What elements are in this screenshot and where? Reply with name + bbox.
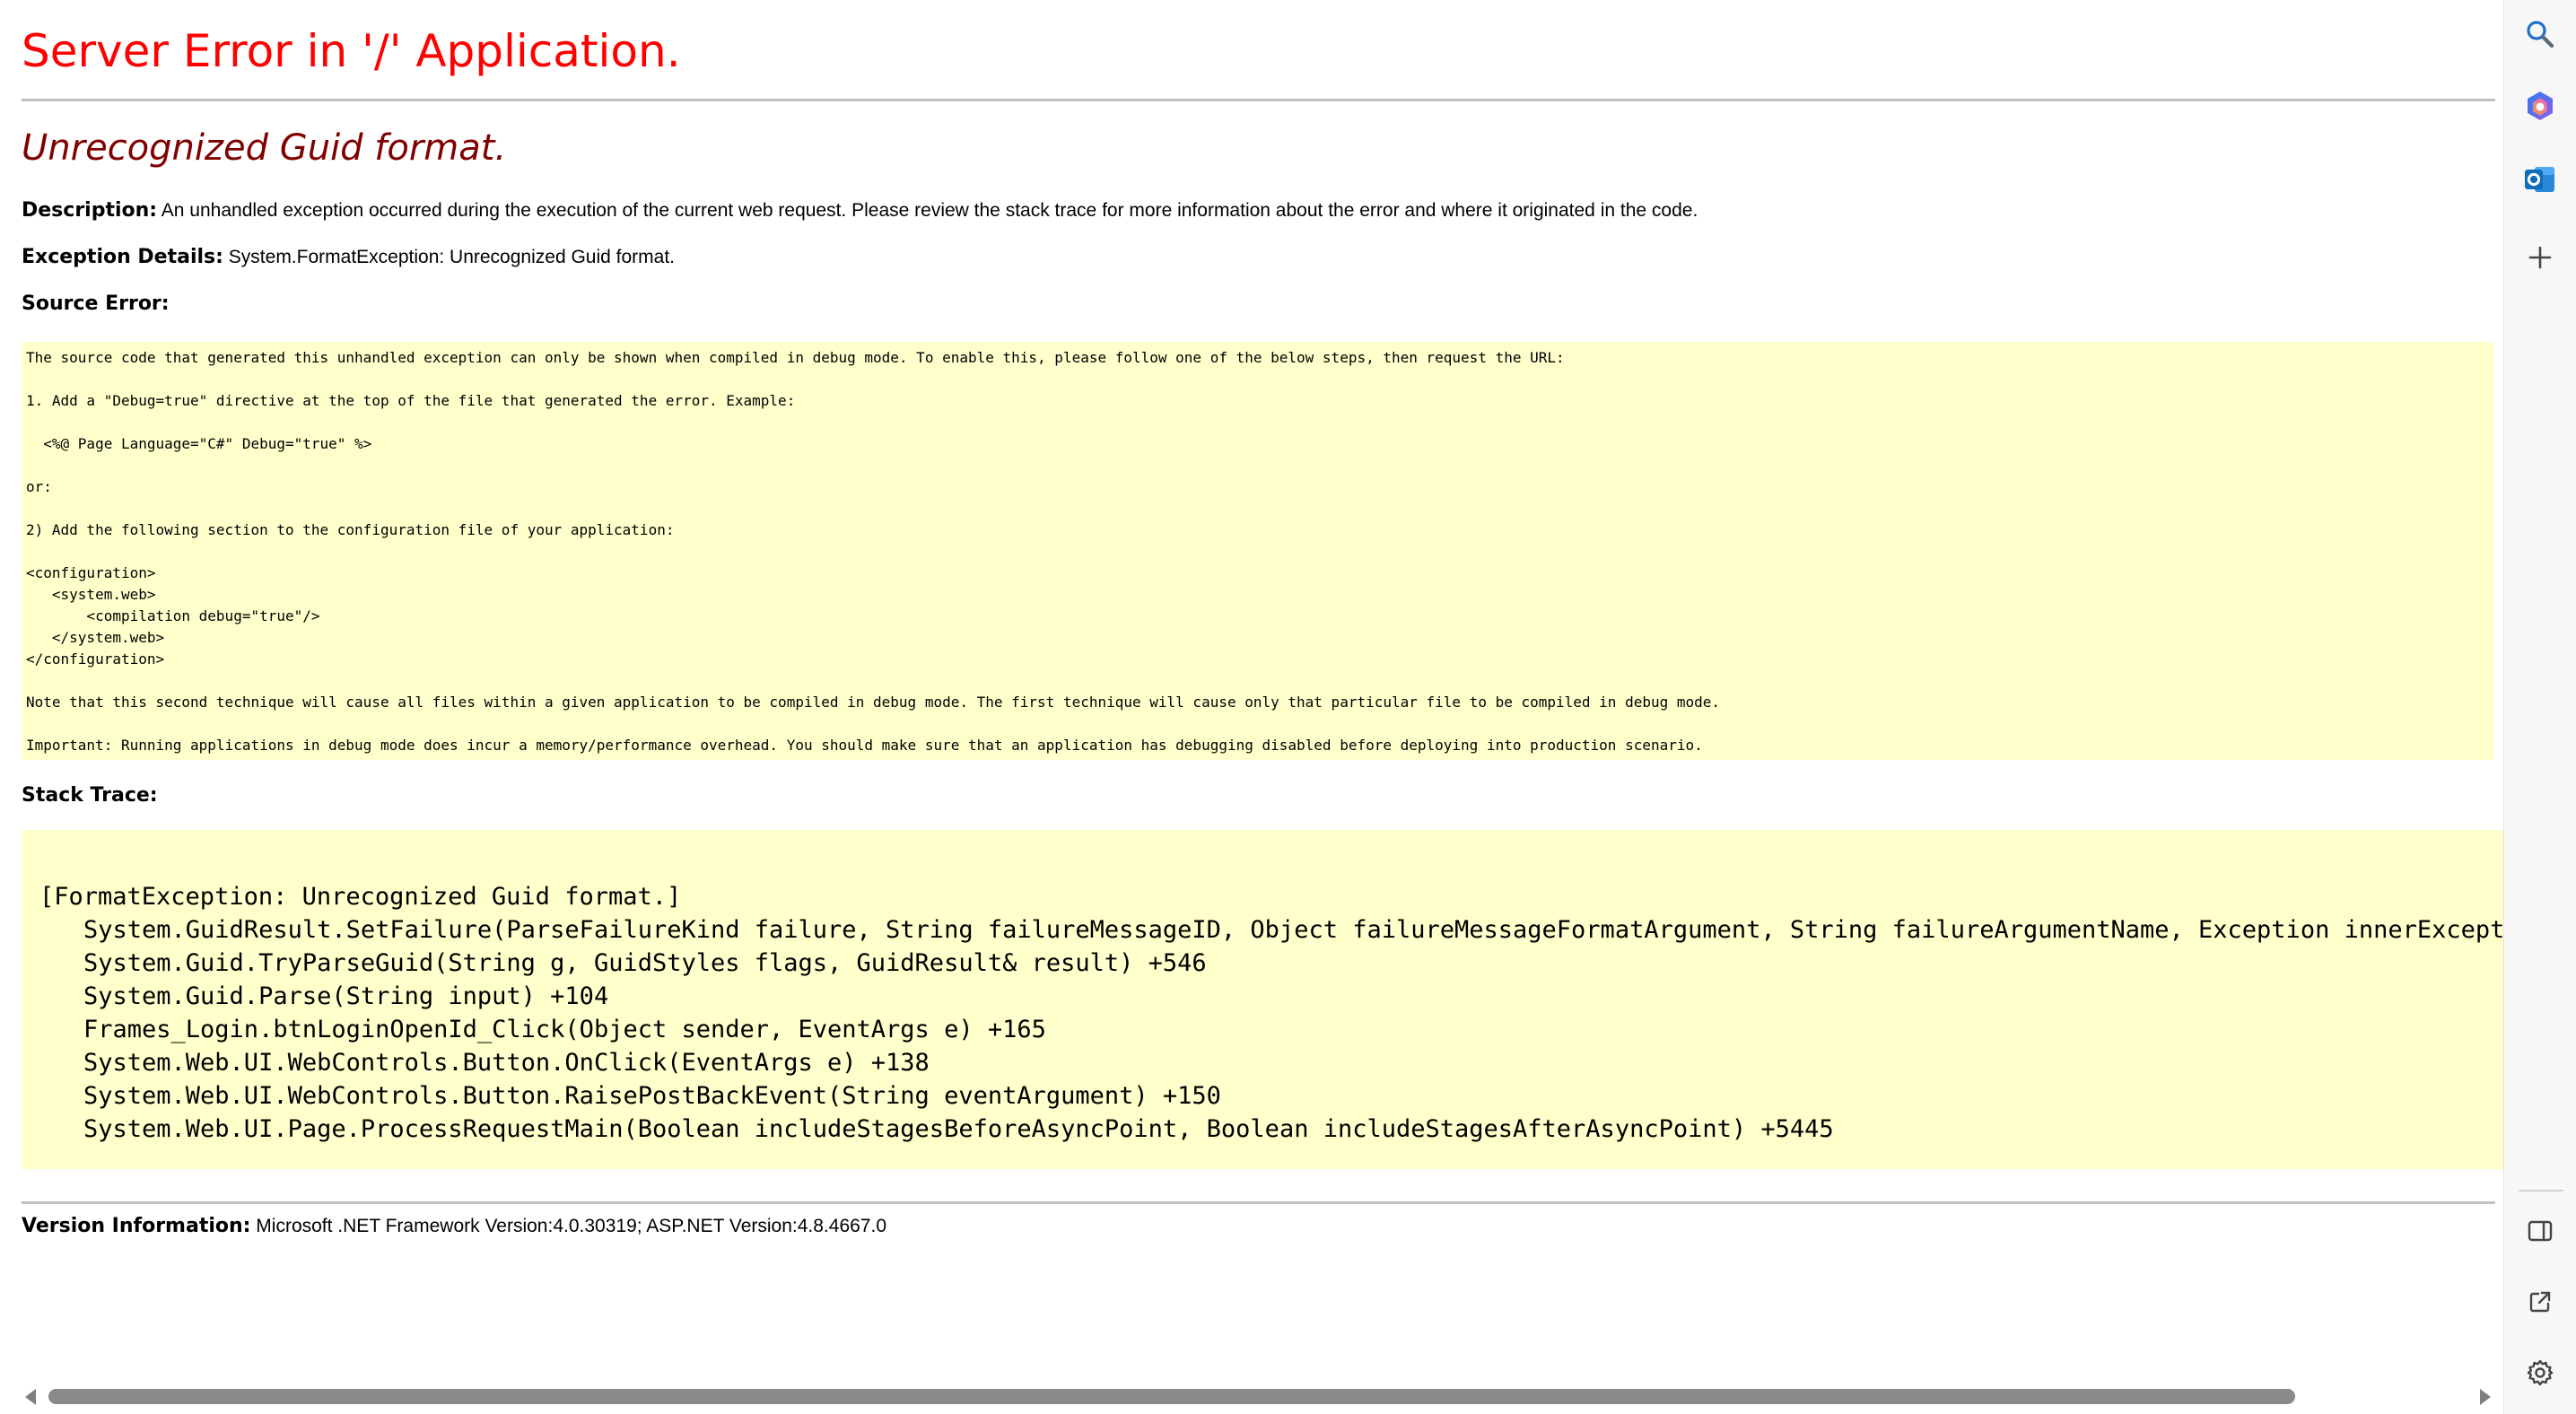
version-information-row: Version Information: Microsoft .NET Fram… — [22, 1215, 886, 1237]
description-row: Description: An unhandled exception occu… — [22, 199, 1698, 222]
source-error-line: <%@ Page Language="C#" Debug="true" %> — [26, 435, 372, 452]
source-error-line: <compilation debug="true"/> — [26, 607, 320, 624]
source-error-line: 1. Add a "Debug=true" directive at the t… — [26, 392, 796, 409]
error-message: Unrecognized Guid format. — [22, 127, 507, 169]
exception-details-row: Exception Details: System.FormatExceptio… — [22, 246, 675, 268]
sidebar-split-screen-button[interactable] — [2517, 1209, 2563, 1256]
exception-details-text: System.FormatException: Unrecognized Gui… — [228, 247, 675, 267]
stack-trace-line: Frames_Login.btnLoginOpenId_Click(Object… — [83, 1016, 1046, 1043]
sidebar-settings-button[interactable] — [2517, 1351, 2563, 1398]
source-error-line: <system.web> — [26, 586, 156, 603]
sidebar-divider — [2519, 1190, 2563, 1191]
version-divider — [22, 1201, 2495, 1204]
sidebar-open-external-button[interactable] — [2517, 1280, 2563, 1327]
source-error-label: Source Error: — [22, 292, 170, 315]
browser-viewport: Server Error in '/' Application. Unrecog… — [0, 0, 2503, 1414]
stack-trace-label: Stack Trace: — [22, 784, 158, 807]
page-title: Server Error in '/' Application. — [22, 25, 681, 77]
split-screen-icon — [2527, 1218, 2554, 1249]
browser-sidebar — [2503, 0, 2576, 1414]
version-information-text: Microsoft .NET Framework Version:4.0.303… — [256, 1216, 886, 1236]
plus-icon — [2527, 244, 2554, 275]
sidebar-add-button[interactable] — [2517, 236, 2563, 283]
stack-trace-box: [FormatException: Unrecognized Guid form… — [22, 830, 2503, 1169]
horizontal-scrollbar[interactable] — [0, 1382, 2503, 1414]
settings-icon — [2526, 1358, 2554, 1392]
horizontal-scrollbar-thumb[interactable] — [48, 1389, 2295, 1404]
error-page: Server Error in '/' Application. Unrecog… — [22, 0, 2503, 1382]
stack-trace-line: System.Web.UI.WebControls.Button.OnClick… — [83, 1049, 930, 1077]
stack-trace-line: [FormatException: Unrecognized Guid form… — [39, 883, 682, 911]
source-error-line: or: — [26, 478, 52, 495]
title-divider — [22, 99, 2495, 101]
scroll-right-arrow[interactable] — [2480, 1389, 2491, 1405]
source-error-line: <configuration> — [26, 564, 156, 581]
stack-trace-line: System.Guid.Parse(String input) +104 — [83, 982, 609, 1010]
search-icon — [2524, 18, 2556, 55]
sidebar-outlook-button[interactable] — [2517, 158, 2563, 205]
scroll-left-arrow[interactable] — [25, 1389, 36, 1405]
source-error-line: Important: Running applications in debug… — [26, 737, 1703, 754]
source-error-line: </system.web> — [26, 629, 165, 646]
description-text: An unhandled exception occurred during t… — [161, 200, 1698, 221]
description-label: Description: — [22, 199, 158, 222]
version-information-label: Version Information: — [22, 1215, 251, 1237]
sidebar-copilot-button[interactable] — [2517, 85, 2563, 132]
source-error-box: The source code that generated this unha… — [22, 342, 2493, 760]
stack-trace-line: System.GuidResult.SetFailure(ParseFailur… — [83, 916, 2503, 944]
source-error-line: </configuration> — [26, 650, 165, 668]
source-error-line: Note that this second technique will cau… — [26, 694, 1721, 711]
stack-trace-line: System.Web.UI.WebControls.Button.RaisePo… — [83, 1082, 1221, 1110]
stack-trace-line: System.Web.UI.Page.ProcessRequestMain(Bo… — [83, 1115, 1834, 1143]
source-error-line: The source code that generated this unha… — [26, 349, 1565, 366]
exception-details-label: Exception Details: — [22, 246, 223, 268]
sidebar-search-button[interactable] — [2517, 13, 2563, 59]
open-external-icon — [2527, 1288, 2554, 1320]
stack-trace-line: System.Guid.TryParseGuid(String g, GuidS… — [83, 949, 1207, 977]
copilot-icon — [2522, 89, 2558, 129]
outlook-icon — [2522, 161, 2558, 202]
source-error-line: 2) Add the following section to the conf… — [26, 521, 675, 538]
